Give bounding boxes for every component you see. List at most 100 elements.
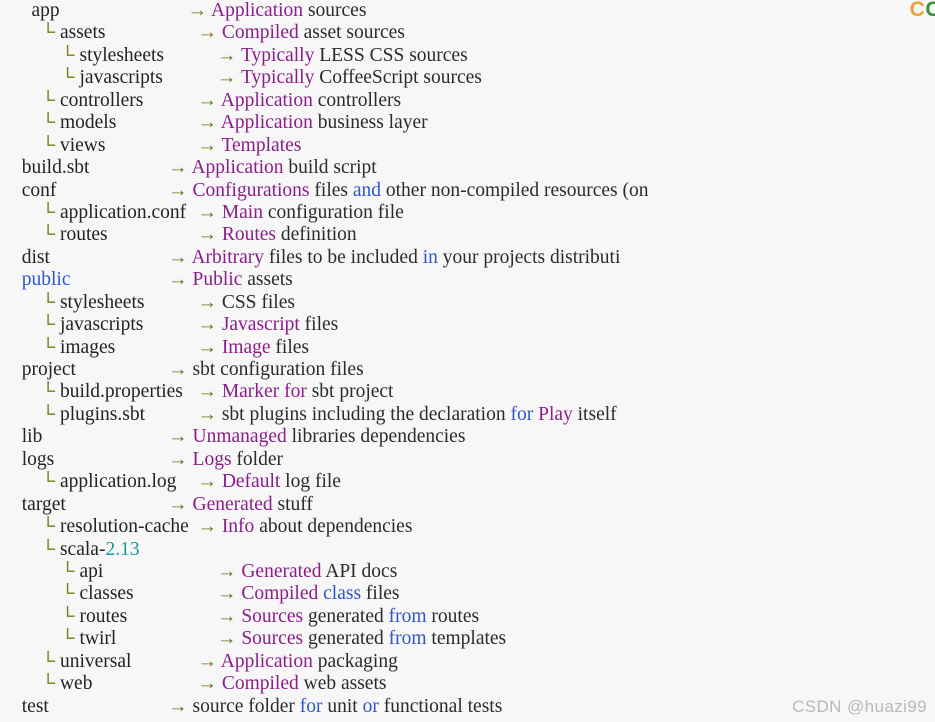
description-text: web assets: [298, 673, 387, 695]
tree-description: → sbt plugins including the declaration …: [197, 404, 616, 426]
tree-entry-name: dist: [21, 246, 50, 268]
tree-row: conf → Configurations files and other non…: [0, 180, 935, 202]
description-text: from: [388, 605, 427, 627]
tree-entry: target: [0, 494, 66, 516]
tree-row: └ routes → Routes definition: [0, 224, 935, 246]
tree-entry-name: images: [59, 336, 116, 358]
description-text: Javascript: [221, 314, 300, 336]
description-text: Unmanaged: [192, 426, 287, 448]
description-text: Configurations: [192, 179, 310, 201]
tree-row: └ api → Generated API docs: [0, 561, 935, 583]
tree-entry: test: [0, 696, 49, 718]
tree-branch-icon: └: [41, 112, 60, 134]
tree-branch-icon: └: [60, 605, 80, 627]
tree-entry-name: stylesheets: [59, 291, 145, 313]
description-text: or: [362, 695, 379, 717]
tree-description: → Templates: [197, 135, 301, 157]
description-text: Logs: [192, 448, 232, 470]
tree-row: └ routes → Sources generated from routes: [0, 606, 935, 628]
tree-entry-name: logs: [21, 448, 55, 470]
tree-entry: └ web: [0, 673, 92, 695]
tree-entry-name: routes: [59, 224, 108, 246]
arrow-icon: →: [197, 516, 222, 538]
description-text: Application: [220, 112, 313, 134]
arrow-icon: →: [216, 628, 242, 650]
tree-entry-name: public: [21, 269, 71, 291]
tree-entry-name: controllers: [59, 89, 144, 111]
tree-description: → Compiled class files: [217, 583, 400, 605]
tree-row: └ stylesheets → CSS files: [0, 292, 935, 314]
arrow-icon: →: [197, 471, 222, 493]
tree-description: → Javascript files: [197, 314, 338, 336]
arrow-icon: →: [168, 269, 193, 291]
description-text: Application: [220, 650, 313, 672]
tree-entry: └ assets: [0, 22, 105, 44]
tree-entry: └ controllers: [0, 90, 143, 112]
description-text: CSS files: [221, 291, 295, 313]
tree-entry-name: classes: [79, 583, 134, 605]
description-text: assets: [242, 269, 293, 291]
tree-entry: dist: [0, 247, 50, 269]
description-text: unit: [322, 695, 363, 717]
tree-description: → Info about dependencies: [197, 516, 412, 538]
tree-description: → Sources generated from routes: [217, 606, 479, 628]
csdn-user-watermark: CSDN @huazi99: [792, 697, 927, 716]
tree-branch-icon: └: [41, 673, 60, 695]
tree-entry-name: build.properties: [59, 381, 183, 403]
tree-row: └ application.conf → Main configuration f…: [0, 202, 935, 224]
tree-entry-name: project: [21, 359, 76, 380]
tree-branch-icon: └: [41, 336, 60, 358]
description-text: build script: [283, 157, 377, 179]
description-text: log file: [280, 471, 341, 493]
tree-row: target → Generated stuff: [0, 494, 935, 516]
tree-entry: lib: [0, 426, 43, 448]
tree-row: └ scala-2.13: [0, 539, 935, 561]
tree-entry-name: web: [59, 673, 93, 695]
description-text: Typically: [240, 44, 315, 66]
description-text: Compiled: [221, 22, 299, 44]
description-text: about dependencies: [254, 516, 413, 538]
tree-branch-icon: └: [41, 381, 60, 403]
description-text: sbt plugins including the declaration: [221, 403, 511, 425]
tree-row: └ plugins.sbt → sbt plugins including the…: [0, 404, 935, 426]
tree-entry: └ build.properties: [0, 381, 183, 403]
description-text: Routes: [221, 224, 276, 246]
csdn-logo-char-1: C: [909, 0, 926, 21]
tree-branch-icon: └: [41, 314, 60, 336]
description-text: itself: [572, 403, 617, 425]
tree-entry-name: javascripts: [79, 67, 163, 89]
tree-entry: project: [0, 359, 76, 381]
arrow-icon: →: [168, 448, 193, 470]
description-text: Compiled: [241, 583, 319, 605]
tree-entry-name: test: [21, 695, 49, 717]
arrow-icon: →: [197, 89, 221, 111]
arrow-icon: →: [197, 22, 222, 44]
tree-description: → Configurations files and other non-com…: [168, 180, 648, 202]
tree-description: → Application business layer: [197, 112, 427, 134]
csdn-logo-char-2: C: [925, 0, 935, 21]
description-text: generated: [303, 605, 389, 627]
description-text: in: [422, 246, 438, 268]
arrow-icon: →: [216, 67, 241, 89]
tree-description: → Typically CoffeeScript sources: [217, 67, 482, 89]
tree-row: └ resolution-cache → Info about dependenc…: [0, 516, 935, 538]
tree-description: → CSS files: [197, 292, 295, 314]
tree-entry-name: conf: [21, 179, 57, 201]
tree-entry: └ plugins.sbt: [0, 404, 145, 426]
tree-description: → Application sources: [188, 0, 367, 22]
tree-row: └ classes → Compiled class files: [0, 583, 935, 605]
description-text: configuration file: [262, 201, 404, 223]
csdn-logo-watermark: CC: [910, 0, 935, 22]
description-text: files: [361, 583, 400, 605]
description-text: files: [309, 179, 353, 201]
tree-entry-name: target: [21, 493, 66, 515]
tree-branch-icon: └: [41, 224, 60, 246]
description-text: business layer: [312, 112, 428, 134]
tree-description: → Main configuration file: [197, 202, 403, 224]
tree-entry: └ images: [0, 337, 115, 359]
tree-branch-icon: └: [41, 134, 60, 156]
arrow-icon: →: [216, 44, 241, 66]
description-text: sbt configuration files: [192, 359, 364, 380]
arrow-icon: →: [197, 201, 222, 223]
description-text: Application: [220, 89, 313, 111]
